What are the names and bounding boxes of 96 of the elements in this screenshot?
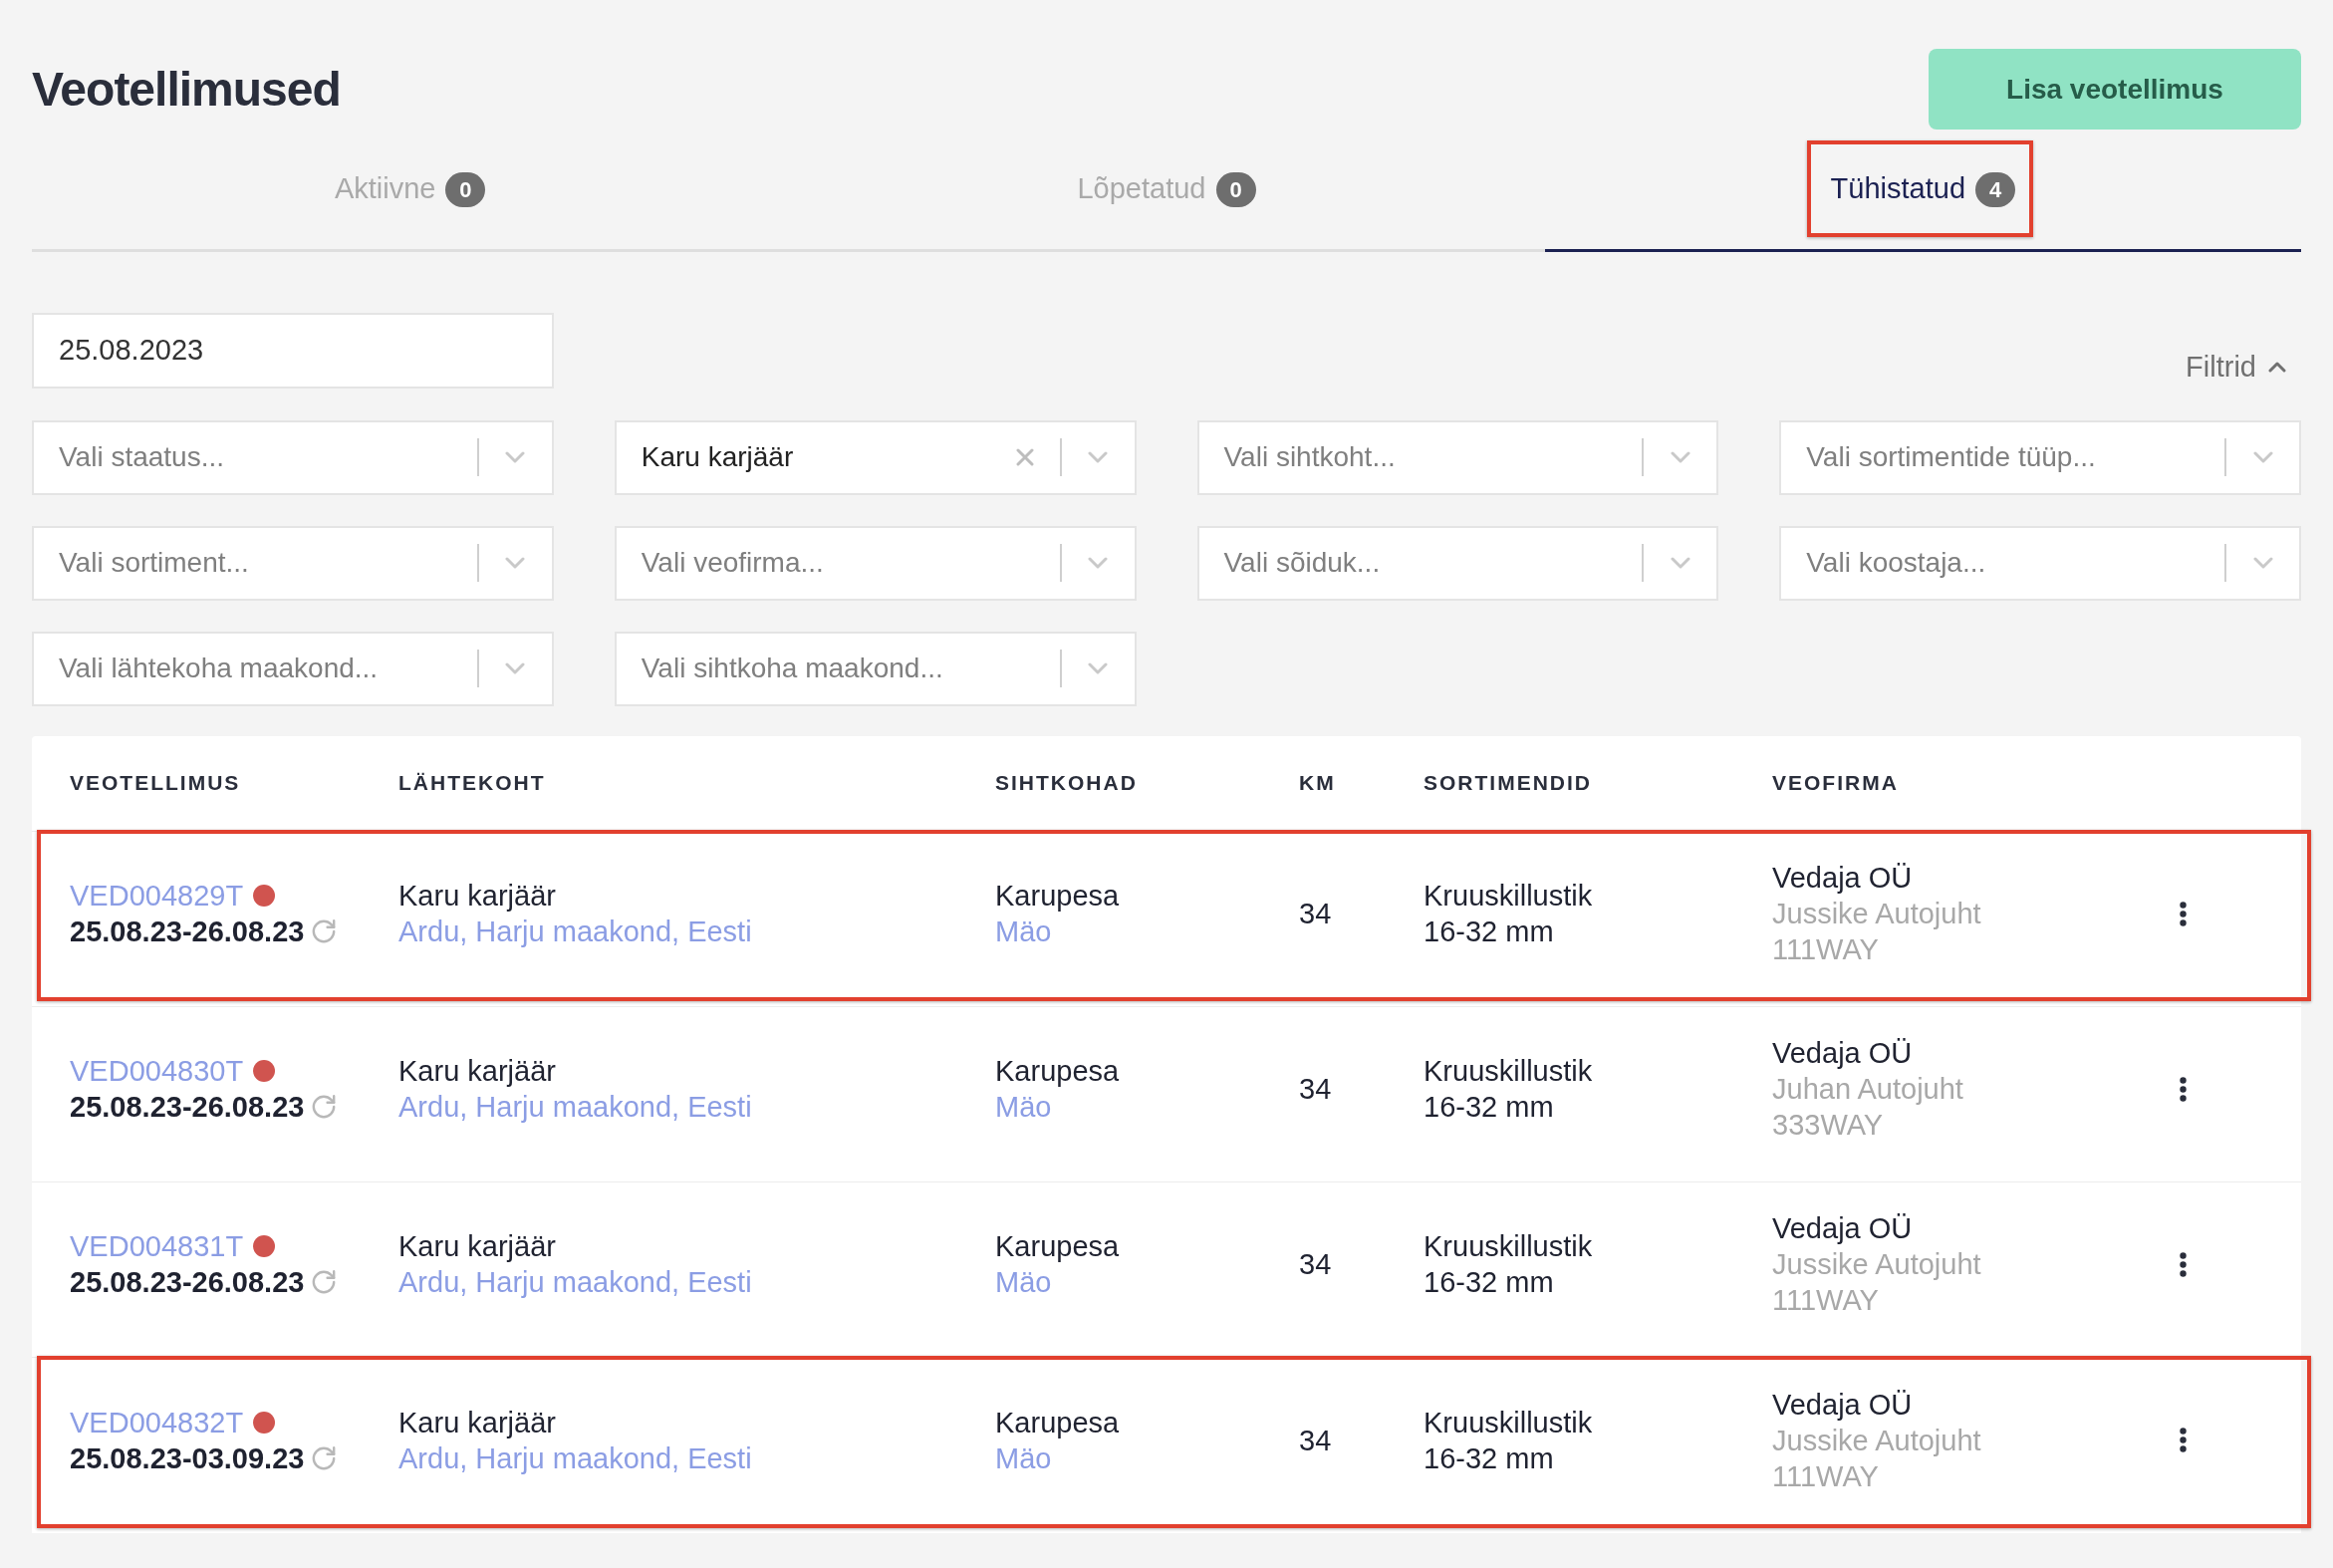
vehicle-plate: 111WAY: [1772, 1283, 1879, 1318]
add-order-button[interactable]: Lisa veotellimus: [1929, 49, 2301, 130]
count-badge: 4: [1975, 171, 2016, 207]
vehicle-plate: 111WAY: [1772, 1458, 1879, 1494]
destination-link[interactable]: Mäo: [995, 1089, 1052, 1125]
km-value: 34: [1299, 1247, 1332, 1282]
order-id-link[interactable]: VED004831T: [70, 1228, 244, 1264]
more-options-button[interactable]: [2179, 901, 2187, 926]
chevron-down-icon: [2252, 557, 2273, 569]
chevron-down-icon: [505, 662, 526, 674]
column-header: SORTIMENDID: [1424, 770, 1592, 797]
origin-address-link[interactable]: Ardu, Harju maakond, Eesti: [398, 914, 752, 949]
origin-address-link[interactable]: Ardu, Harju maakond, Eesti: [398, 1264, 752, 1300]
vertical-dots-icon: [2179, 1428, 2187, 1452]
origin-name: Karu karjäär: [398, 879, 556, 914]
column-header: SIHTKOHAD: [995, 770, 1138, 797]
vertical-dots-icon: [2179, 901, 2187, 926]
circular-arrow-icon: [312, 919, 337, 943]
chevron-down-icon: [505, 557, 526, 569]
origin-name: Karu karjäär: [398, 1229, 556, 1264]
chevron-down-icon: [1088, 557, 1108, 569]
destination-name: Karupesa: [995, 1405, 1120, 1440]
km-value: 34: [1299, 897, 1332, 931]
vehicle-plate: 111WAY: [1772, 932, 1879, 967]
order-id-link[interactable]: VED004830T: [70, 1053, 244, 1089]
select-field[interactable]: Vali sihtkoht...: [1196, 419, 1719, 495]
tab[interactable]: Lõpetatud 0: [1077, 167, 1256, 211]
origin-address-link[interactable]: Ardu, Harju maakond, Eesti: [398, 1439, 752, 1476]
count-badge: 0: [445, 171, 486, 207]
tab[interactable]: Tühistatud 4: [1830, 167, 2016, 211]
select-field[interactable]: Vali lähtekoha maakond...: [32, 631, 554, 706]
fraction-text: 16-32 mm: [1424, 1440, 1554, 1476]
select-field[interactable]: Vali koostaja...: [1779, 525, 2301, 601]
select-field[interactable]: Vali sihtkoha maakond...: [614, 631, 1137, 706]
chevron-down-icon: [1670, 451, 1690, 463]
more-options-button[interactable]: [2179, 1251, 2187, 1277]
carrier-name: Vedaja OÜ: [1772, 1211, 1913, 1246]
assortment-name: Kruuskillustik: [1424, 1229, 1593, 1264]
date-range: 25.08.23-26.08.23: [70, 1090, 305, 1125]
origin-address-link[interactable]: Ardu, Harju maakond, Eesti: [398, 1089, 752, 1125]
destination-link[interactable]: Mäo: [995, 1264, 1052, 1300]
more-options-button[interactable]: [2179, 1076, 2187, 1102]
driver-name: Juhan Autojuht: [1772, 1072, 1963, 1107]
destination-link[interactable]: Mäo: [995, 914, 1052, 949]
fraction-text: 16-32 mm: [1424, 1265, 1554, 1300]
destination-name: Karupesa: [995, 1054, 1120, 1089]
circular-arrow-icon: [312, 1270, 337, 1294]
count-badge: 0: [1215, 171, 1256, 207]
assortment-name: Kruuskillustik: [1424, 1405, 1593, 1440]
column-header: VEOTELLIMUS: [70, 770, 241, 797]
column-header: LÄHTEKOHT: [398, 770, 546, 797]
km-value: 34: [1299, 1072, 1332, 1107]
select-field[interactable]: Vali sortimentide tüüp...: [1779, 419, 2301, 495]
chevron-down-icon: [505, 451, 526, 463]
tab[interactable]: Aktiivne 0: [334, 167, 486, 211]
destination-name: Karupesa: [995, 1229, 1120, 1264]
carrier-name: Vedaja OÜ: [1772, 1387, 1913, 1423]
chevron-down-icon: [1088, 451, 1108, 463]
carrier-name: Vedaja OÜ: [1772, 1036, 1913, 1071]
column-header: VEOFIRMA: [1772, 770, 1899, 797]
page-title: Veotellimused: [32, 61, 341, 118]
destination-name: Karupesa: [995, 879, 1120, 914]
date-range: 25.08.23-26.08.23: [70, 915, 305, 949]
driver-name: Jussike Autojuht: [1772, 1423, 1981, 1458]
chevron-down-icon: [2252, 451, 2273, 463]
order-id-link[interactable]: VED004832T: [70, 1404, 244, 1440]
select-field[interactable]: Vali veofirma...: [614, 525, 1137, 601]
chevron-down-icon: [1670, 557, 1690, 569]
origin-name: Karu karjäär: [398, 1405, 556, 1440]
more-options-button[interactable]: [2179, 1428, 2187, 1452]
fraction-text: 16-32 mm: [1424, 915, 1554, 949]
origin-name: Karu karjäär: [398, 1054, 556, 1089]
fraction-text: 16-32 mm: [1424, 1090, 1554, 1125]
carrier-name: Vedaja OÜ: [1772, 861, 1913, 896]
select-field[interactable]: Karu karjäär: [614, 419, 1137, 495]
select-field[interactable]: Vali sõiduk...: [1196, 525, 1719, 601]
select-field[interactable]: Vali sortiment...: [32, 525, 554, 601]
driver-name: Jussike Autojuht: [1772, 1247, 1981, 1282]
driver-name: Jussike Autojuht: [1772, 897, 1981, 931]
circular-arrow-icon: [312, 1445, 337, 1470]
select-field[interactable]: Vali staatus...: [32, 419, 554, 495]
order-id-link[interactable]: VED004829T: [70, 878, 244, 914]
vertical-dots-icon: [2179, 1251, 2187, 1277]
vertical-dots-icon: [2179, 1076, 2187, 1102]
vehicle-plate: 333WAY: [1772, 1108, 1884, 1143]
destination-link[interactable]: Mäo: [995, 1439, 1052, 1476]
assortment-name: Kruuskillustik: [1424, 1054, 1593, 1089]
chevron-down-icon: [1088, 662, 1108, 674]
filters-toggle[interactable]: Filtrid: [2186, 346, 2286, 390]
assortment-name: Kruuskillustik: [1424, 879, 1593, 914]
date-range: 25.08.23-26.08.23: [70, 1265, 305, 1300]
date-range: 25.08.23-03.09.23: [70, 1440, 305, 1476]
km-value: 34: [1299, 1423, 1332, 1458]
date-field[interactable]: 25.08.2023: [32, 313, 554, 389]
column-header: KM: [1299, 770, 1336, 797]
circular-arrow-icon: [312, 1095, 337, 1119]
